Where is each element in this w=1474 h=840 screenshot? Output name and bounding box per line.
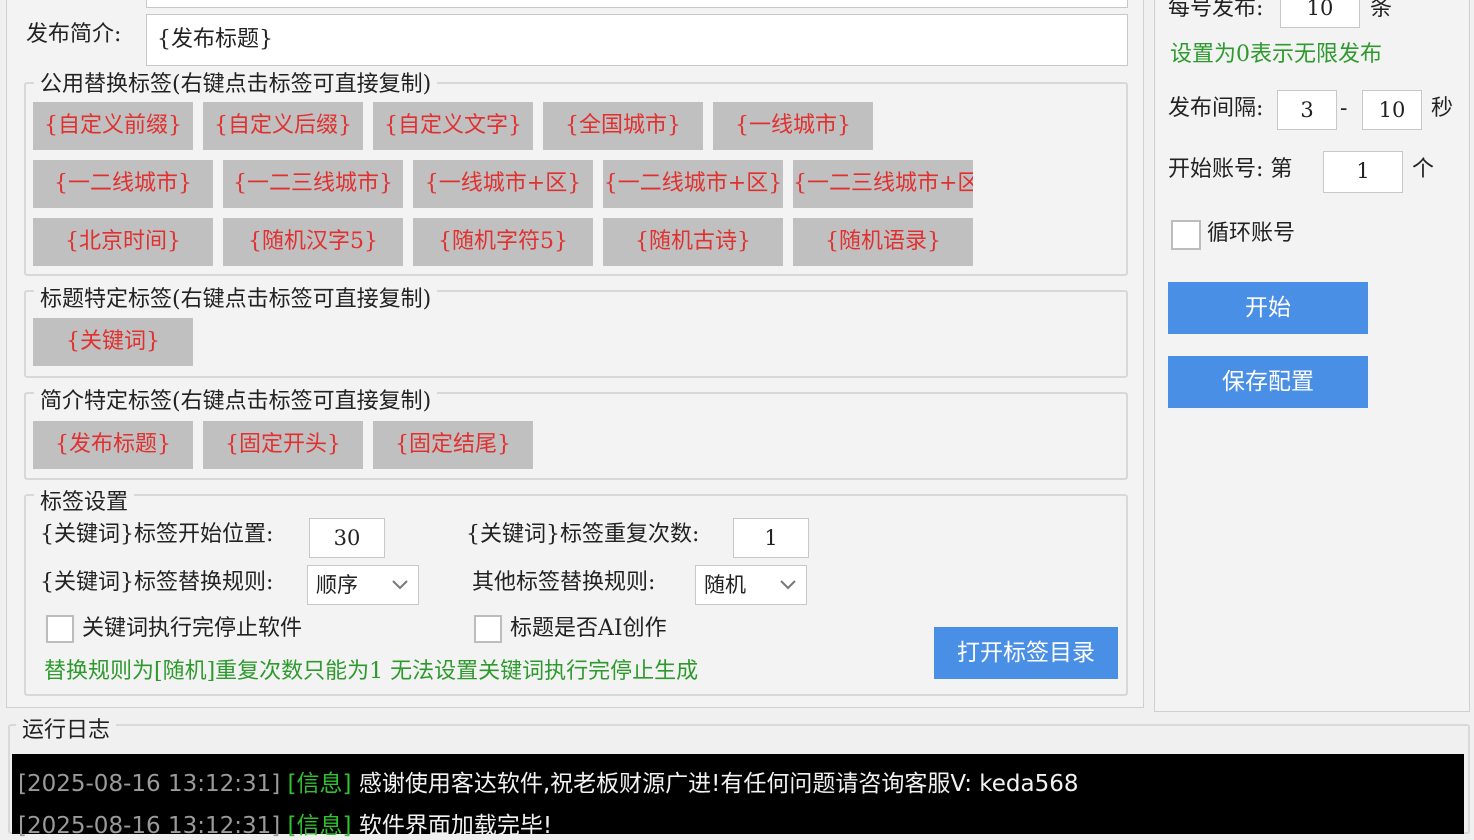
title-field[interactable] bbox=[146, 0, 1128, 8]
interval-max-input[interactable]: 10 bbox=[1362, 90, 1422, 130]
replace-rule-note: 替换规则为[随机]重复次数只能为1 无法设置关键词执行完停止生成 bbox=[44, 659, 699, 684]
keyword-repeat-label: {关键词}标签重复次数: bbox=[466, 522, 700, 547]
keyword-start-pos-input[interactable]: 30 bbox=[309, 518, 385, 558]
other-replace-rule-label: 其他标签替换规则: bbox=[472, 570, 656, 595]
stop-after-keywords-label: 关键词执行完停止软件 bbox=[82, 616, 303, 641]
title-tags-legend: 标题特定标签(右键点击标签可直接复制) bbox=[34, 287, 438, 313]
interval-label: 发布间隔: bbox=[1168, 96, 1264, 121]
start-button[interactable]: 开始 bbox=[1168, 282, 1368, 334]
zero-unlimited-note: 设置为0表示无限发布 bbox=[1170, 42, 1382, 67]
tag-random-chars[interactable]: {随机字符5} bbox=[413, 218, 593, 266]
per-account-input[interactable]: 10 bbox=[1280, 0, 1360, 28]
tag-tier1-city[interactable]: {一线城市} bbox=[713, 102, 873, 150]
keyword-repeat-input[interactable]: 1 bbox=[733, 518, 809, 558]
tag-settings-legend: 标签设置 bbox=[34, 490, 135, 516]
start-account-input[interactable]: 1 bbox=[1323, 151, 1403, 193]
tag-random-chinese[interactable]: {随机汉字5} bbox=[223, 218, 403, 266]
log-legend: 运行日志 bbox=[16, 718, 117, 744]
tag-publish-title[interactable]: {发布标题} bbox=[33, 421, 193, 469]
tag-keyword[interactable]: {关键词} bbox=[33, 318, 193, 366]
keyword-replace-rule-value: 顺序 bbox=[316, 573, 358, 597]
tag-tier12-city-district[interactable]: {一二线城市+区} bbox=[603, 160, 783, 208]
tag-tier123-city-district[interactable]: {一二三线城市+区 bbox=[793, 160, 973, 208]
per-account-label: 每号发布: bbox=[1168, 0, 1264, 21]
chevron-down-icon bbox=[392, 580, 408, 590]
tag-custom-suffix[interactable]: {自定义后缀} bbox=[203, 102, 363, 150]
intro-input[interactable]: {发布标题} bbox=[146, 14, 1128, 66]
ai-title-label: 标题是否AI创作 bbox=[510, 616, 667, 641]
keyword-replace-rule-select[interactable]: 顺序 bbox=[307, 565, 419, 605]
tag-tier123-city[interactable]: {一二三线城市} bbox=[223, 160, 403, 208]
log-console[interactable]: [2025-08-16 13:12:31] [信息] 感谢使用客达软件,祝老板财… bbox=[12, 754, 1464, 839]
open-tag-dir-button[interactable]: 打开标签目录 bbox=[934, 627, 1118, 679]
tag-custom-text[interactable]: {自定义文字} bbox=[373, 102, 533, 150]
log-line: [2025-08-16 13:12:31] [信息] 软件界面加载完毕! bbox=[18, 806, 552, 840]
stop-after-keywords-checkbox[interactable] bbox=[46, 615, 74, 643]
log-level: [信息] bbox=[287, 771, 352, 797]
log-timestamp: [2025-08-16 13:12:31] bbox=[18, 771, 281, 797]
log-message: 感谢使用客达软件,祝老板财源广进!有任何问题请咨询客服V: keda568 bbox=[358, 771, 1079, 797]
keyword-start-pos-label: {关键词}标签开始位置: bbox=[40, 522, 274, 547]
chevron-down-icon bbox=[780, 580, 796, 590]
keyword-replace-rule-label: {关键词}标签替换规则: bbox=[40, 570, 274, 595]
tag-fixed-end[interactable]: {固定结尾} bbox=[373, 421, 533, 469]
tag-random-poem[interactable]: {随机古诗} bbox=[603, 218, 783, 266]
intro-tags-legend: 简介特定标签(右键点击标签可直接复制) bbox=[34, 389, 438, 415]
other-replace-rule-select[interactable]: 随机 bbox=[695, 565, 807, 605]
tag-tier12-city[interactable]: {一二线城市} bbox=[33, 160, 213, 208]
log-line: [2025-08-16 13:12:31] [信息] 感谢使用客达软件,祝老板财… bbox=[18, 764, 1079, 798]
save-config-button[interactable]: 保存配置 bbox=[1168, 356, 1368, 408]
log-message: 软件界面加载完毕! bbox=[358, 813, 553, 839]
tag-random-quote[interactable]: {随机语录} bbox=[793, 218, 973, 266]
loop-account-label: 循环账号 bbox=[1207, 221, 1296, 246]
tag-custom-prefix[interactable]: {自定义前缀} bbox=[33, 102, 193, 150]
per-account-unit: 条 bbox=[1370, 0, 1393, 21]
tag-beijing-time[interactable]: {北京时间} bbox=[33, 218, 213, 266]
intro-label: 发布简介: bbox=[26, 22, 122, 47]
loop-account-checkbox[interactable] bbox=[1171, 220, 1201, 250]
ai-title-checkbox[interactable] bbox=[474, 615, 502, 643]
interval-unit: 秒 bbox=[1431, 96, 1454, 121]
log-level: [信息] bbox=[287, 813, 352, 839]
interval-min-input[interactable]: 3 bbox=[1277, 90, 1337, 130]
tag-tier1-city-district[interactable]: {一线城市+区} bbox=[413, 160, 593, 208]
other-replace-rule-value: 随机 bbox=[704, 573, 746, 597]
start-account-label: 开始账号: 第 bbox=[1168, 157, 1293, 182]
tag-fixed-start[interactable]: {固定开头} bbox=[203, 421, 363, 469]
interval-dash: - bbox=[1340, 96, 1348, 121]
tag-national-city[interactable]: {全国城市} bbox=[543, 102, 703, 150]
public-tags-legend: 公用替换标签(右键点击标签可直接复制) bbox=[34, 72, 438, 98]
start-account-unit: 个 bbox=[1412, 157, 1435, 182]
log-timestamp: [2025-08-16 13:12:31] bbox=[18, 813, 281, 839]
